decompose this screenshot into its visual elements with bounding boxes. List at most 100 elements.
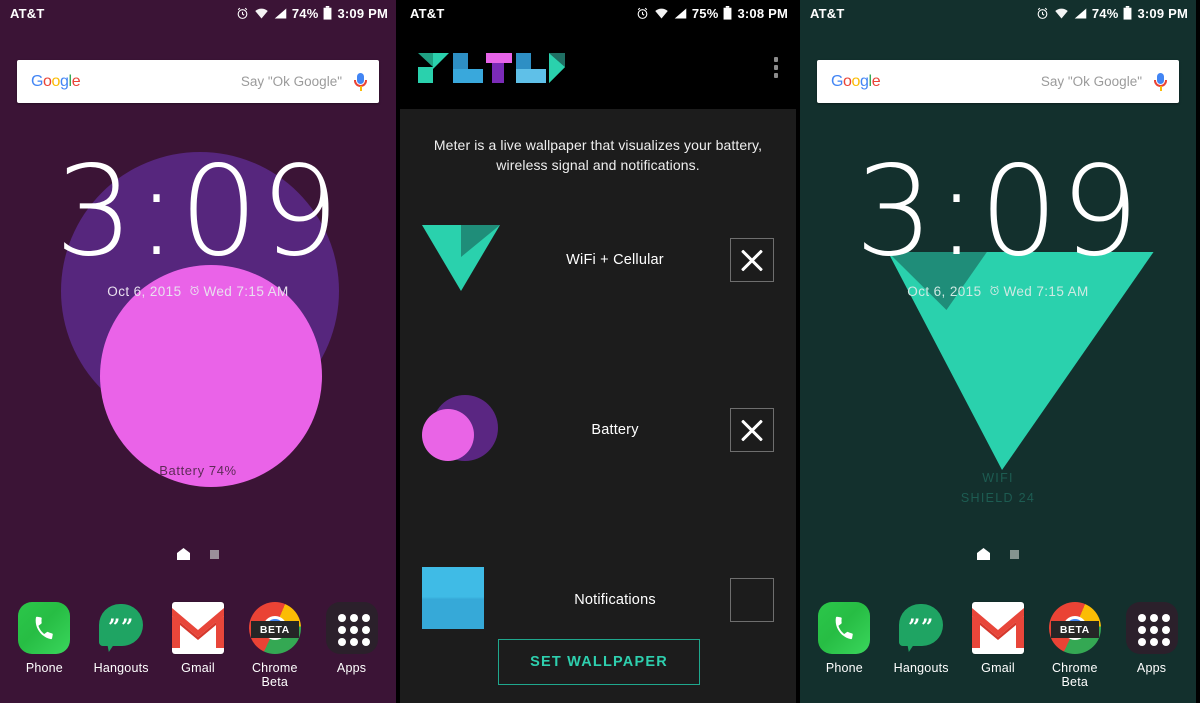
apps-grid-icon [1125,602,1178,654]
cellular-signal-icon [674,7,687,20]
page-indicator[interactable] [800,548,1196,560]
checkbox-wifi-cellular[interactable] [730,238,774,282]
next-alarm: Wed 7:15 AM [189,284,289,299]
dock-item-apps[interactable]: Apps [1117,602,1187,689]
checkbox-battery[interactable] [730,408,774,452]
wifi-icon [254,7,269,20]
square-icon [422,561,500,639]
phone-icon [818,602,871,654]
clock-subline: Oct 6, 2015 Wed 7:15 AM [0,284,396,299]
google-search-bar[interactable]: Google Say "Ok Google" [17,60,379,103]
phone-screen-homescreen-purple: AT&T 74% 3:09 PM Google Say "Ok Google" … [0,0,396,703]
alarm-time-label: Wed 7:15 AM [1003,284,1089,299]
overflow-menu-icon[interactable] [773,57,778,78]
status-icons: 75% 3:08 PM [636,6,788,21]
clock-label: 3:08 PM [737,5,788,21]
phone-screen-homescreen-teal: AT&T 74% 3:09 PM Google Say "Ok Google" … [800,0,1196,703]
chrome-icon: BETA [1048,602,1101,654]
alarm-clock-icon [989,284,1000,299]
cellular-signal-icon [1074,7,1087,20]
dock-item-chrome-beta[interactable]: BETA Chrome Beta [1040,602,1110,689]
hangouts-icon: ”” [95,602,147,654]
alarm-icon [236,7,249,20]
battery-icon [323,6,332,20]
status-icons: 74% 3:09 PM [1036,6,1188,21]
search-hint-label: Say "Ok Google" [240,74,342,89]
dock-label: Gmail [181,661,215,675]
checkbox-notifications[interactable] [730,578,774,622]
beta-badge: BETA [1050,621,1099,638]
google-search-bar[interactable]: Google Say "Ok Google" [817,60,1179,103]
dock-item-gmail[interactable]: Gmail [963,602,1033,689]
dock-label: Chrome Beta [251,661,298,689]
screenshot-triptych: AT&T 74% 3:09 PM Google Say "Ok Google" … [0,0,1200,703]
wallpaper-caption-signal: WIFI SHIELD 24 [800,468,1196,508]
home-page-icon[interactable] [977,548,990,560]
dock: Phone ”” Hangouts Gmail BETA Chrome Be [800,602,1196,689]
dock-item-chrome-beta[interactable]: BETA Chrome Beta [240,602,310,689]
battery-icon [1123,6,1132,20]
google-logo: Google [31,72,81,90]
microphone-icon[interactable] [354,72,367,92]
meter-logo [418,51,578,85]
app-description: Meter is a live wallpaper that visualize… [433,137,763,173]
setting-row-wifi-cellular[interactable]: WiFi + Cellular [400,175,796,345]
gmail-icon [171,602,224,654]
carrier-label: AT&T [810,5,845,21]
alarm-icon [636,7,649,20]
dock-item-phone[interactable]: Phone [9,602,79,689]
battery-percent-label: 75% [691,5,719,21]
microphone-icon[interactable] [1154,72,1167,92]
status-bar: AT&T 74% 3:09 PM [800,0,1196,26]
clock-label: 3:09 PM [337,5,388,21]
wifi-icon [654,7,669,20]
dock-item-hangouts[interactable]: ”” Hangouts [86,602,156,689]
setting-row-battery[interactable]: Battery [400,345,796,515]
dock-item-phone[interactable]: Phone [809,602,879,689]
clock-label: 3:09 PM [1137,5,1188,21]
phone-icon [18,602,71,654]
home-page-icon[interactable] [177,548,190,560]
dock-label: Chrome Beta [1051,661,1098,689]
cellular-signal-icon [274,7,287,20]
apps-grid-icon [325,602,378,654]
dock-label: Phone [825,661,863,675]
caption-line-wifi: WIFI [982,471,1014,485]
chrome-icon: BETA [248,602,301,654]
next-alarm: Wed 7:15 AM [989,284,1089,299]
lockscreen-clock: 3:09 Oct 6, 2015 Wed 7:15 AM [0,150,396,299]
dock-label: Hangouts [93,661,149,675]
dock: Phone ”” Hangouts Gmail BETA Chrome Be [0,602,396,689]
page-indicator[interactable] [0,548,396,560]
live-wallpaper-signal-art [800,0,1196,703]
caption-line-shield: SHIELD 24 [960,491,1036,505]
battery-icon [723,6,732,20]
page-dot-icon[interactable] [210,549,219,559]
gmail-icon [971,602,1024,654]
wifi-icon [1054,7,1069,20]
app-bar [400,26,796,109]
page-dot-icon[interactable] [1010,549,1019,559]
alarm-icon [1036,7,1049,20]
set-wallpaper-button[interactable]: SET WALLPAPER [498,639,700,685]
battery-percent-label: 74% [1091,5,1119,21]
dock-label: Gmail [981,661,1015,675]
dock-item-apps[interactable]: Apps [317,602,387,689]
dock-item-gmail[interactable]: Gmail [163,602,233,689]
search-hint-label: Say "Ok Google" [1040,74,1142,89]
setting-label: Notifications [574,592,656,608]
clock-date: Oct 6, 2015 [907,284,982,299]
battery-percent-label: 74% [291,5,319,21]
dock-label: Apps [336,661,367,675]
clock-time: 3:09 [54,140,342,284]
phone-screen-meter-app: AT&T 75% 3:08 PM Meter is a live wallpap… [400,0,796,703]
beta-badge: BETA [250,621,299,638]
dock-item-hangouts[interactable]: ”” Hangouts [886,602,956,689]
hangouts-icon: ”” [895,602,947,654]
clock-time: 3:09 [854,140,1142,284]
wallpaper-caption-battery: Battery 74% [159,463,237,478]
lockscreen-clock: 3:09 Oct 6, 2015 Wed 7:15 AM [800,150,1196,299]
live-wallpaper-battery-art [0,0,396,703]
status-bar: AT&T 75% 3:08 PM [400,0,796,26]
wallpaper-triangle [887,252,1154,470]
